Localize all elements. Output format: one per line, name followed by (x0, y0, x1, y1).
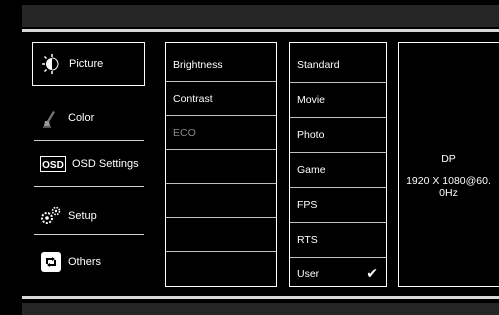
bottom-bar (22, 303, 499, 315)
picture-icon (41, 53, 63, 75)
option-game[interactable]: Game (290, 153, 386, 188)
others-icon (40, 251, 62, 273)
checkmark-icon: ✔ (366, 265, 378, 281)
submenu-label: Contrast (173, 92, 213, 105)
menu-item-osd-settings[interactable]: OSD OSD Settings (32, 142, 145, 186)
menu-item-picture[interactable]: Picture (32, 42, 145, 86)
osd-icon: OSD (40, 153, 66, 175)
submenu-label: ECO (173, 126, 196, 139)
option-photo[interactable]: Photo (290, 118, 386, 153)
option-movie[interactable]: Movie (290, 83, 386, 118)
setup-icon (40, 205, 62, 227)
option-label: Photo (297, 129, 325, 141)
option-label: User (297, 267, 320, 280)
menu-separator (34, 140, 144, 141)
options-panel: Standard Movie Photo Game FPS RTS User ✔ (289, 42, 387, 287)
option-label: RTS (297, 234, 318, 246)
bottom-divider (22, 296, 499, 299)
menu-item-others[interactable]: Others (32, 240, 145, 284)
submenu-item-brightness[interactable]: Brightness (166, 48, 276, 82)
color-icon (40, 107, 62, 129)
submenu-item-eco: ECO (166, 116, 276, 150)
submenu-item-empty (166, 252, 276, 286)
resolution-info: 1920 X 1080@60. 0Hz (406, 175, 491, 199)
menu-item-color[interactable]: Color (32, 96, 145, 140)
menu-separator (34, 234, 144, 235)
option-label: Game (297, 164, 326, 176)
input-source: DP (441, 153, 456, 165)
option-label: Standard (297, 59, 340, 71)
menu-label-picture: Picture (69, 58, 104, 70)
menu-label-osd: OSD Settings (72, 158, 139, 170)
option-label: Movie (297, 94, 326, 106)
option-rts[interactable]: RTS (290, 223, 386, 258)
submenu-panel: Brightness Contrast ECO (165, 42, 277, 287)
submenu-item-empty (166, 150, 276, 184)
submenu-item-empty (166, 184, 276, 218)
option-user[interactable]: User ✔ (290, 256, 386, 291)
submenu-item-empty (166, 218, 276, 252)
submenu-item-contrast[interactable]: Contrast (166, 82, 276, 116)
top-bar (22, 5, 499, 27)
menu-label-setup: Setup (68, 210, 97, 222)
menu-label-others: Others (68, 256, 102, 268)
top-divider (22, 29, 499, 32)
info-panel: DP 1920 X 1080@60. 0Hz (398, 42, 499, 287)
menu-separator (34, 186, 144, 187)
menu-label-color: Color (68, 112, 95, 124)
svg-text:OSD: OSD (42, 160, 64, 171)
submenu-label: Brightness (173, 58, 223, 71)
option-standard[interactable]: Standard (290, 48, 386, 83)
menu-item-setup[interactable]: Setup (32, 194, 145, 238)
option-fps[interactable]: FPS (290, 188, 386, 223)
option-label: FPS (297, 199, 318, 211)
